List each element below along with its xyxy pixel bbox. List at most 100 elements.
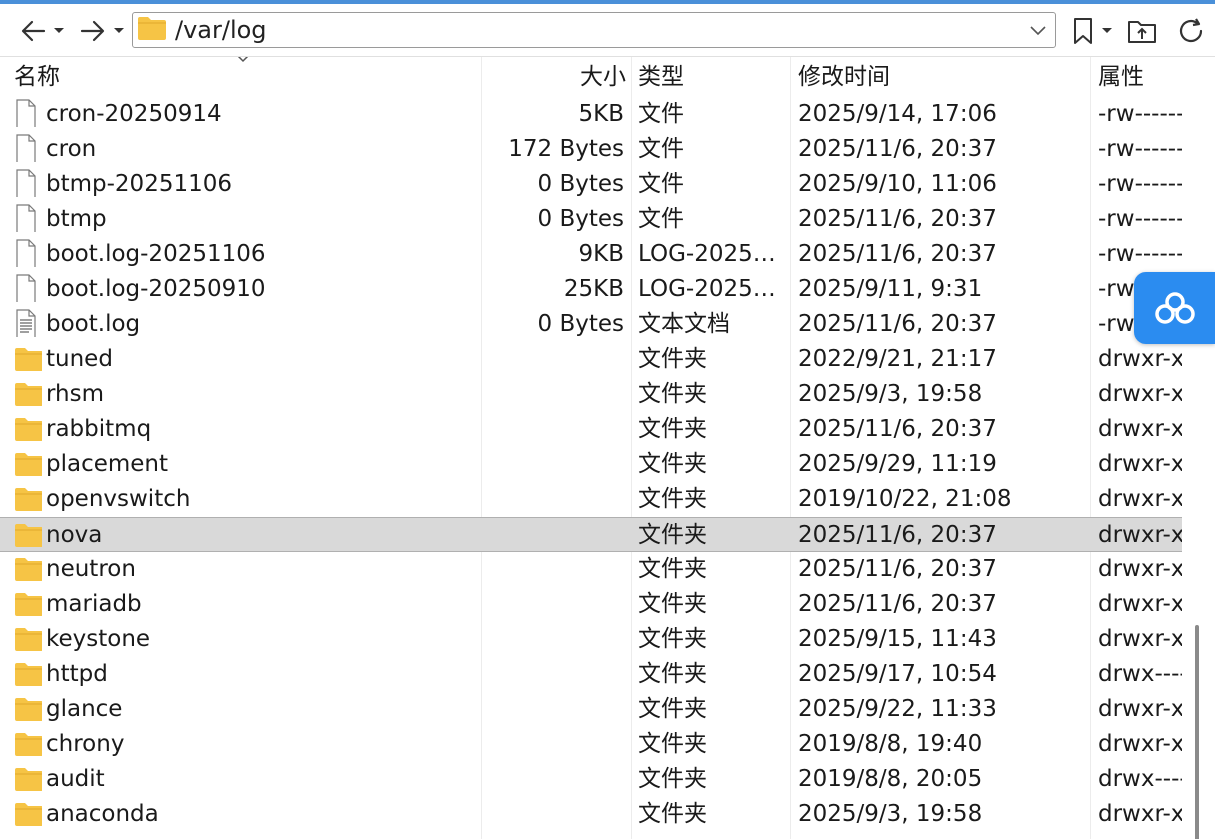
vertical-scrollbar[interactable] <box>1195 625 1199 839</box>
column-header-size[interactable]: 大小 <box>486 57 626 97</box>
file-modified: 2019/8/8, 20:05 <box>798 766 983 792</box>
folder-icon <box>14 731 42 759</box>
back-button[interactable] <box>18 16 48 46</box>
file-name: tuned <box>46 346 113 372</box>
file-row[interactable]: btmp 0 Bytes 文件 2025/11/6, 20:37 -rw------- <box>0 202 1182 237</box>
column-header-name[interactable]: 名称 <box>14 57 60 97</box>
column-header-row: 名称 大小 类型 修改时间 属性 <box>0 57 1215 97</box>
file-size <box>486 622 624 657</box>
column-header-modified[interactable]: 修改时间 <box>798 57 890 97</box>
file-row[interactable]: chrony 文件夹 2019/8/8, 19:40 drwxr-xr-x <box>0 727 1182 762</box>
file-list[interactable]: 名称 大小 类型 修改时间 属性 cron-20250914 5KB 文件 2025/… <box>0 57 1215 839</box>
file-type: 文件夹 <box>638 766 707 792</box>
bookmark-button[interactable] <box>1070 16 1096 50</box>
chevron-down-icon[interactable] <box>1029 22 1047 42</box>
file-name: placement <box>46 451 169 477</box>
file-type: 文件夹 <box>638 556 707 582</box>
file-name: rabbitmq <box>46 416 152 442</box>
file-row[interactable]: audit 文件夹 2019/8/8, 20:05 drwx------ <box>0 762 1182 797</box>
file-row[interactable]: boot.log-20250910 25KB LOG-20250910 文件 2025… <box>0 272 1182 307</box>
file-row[interactable]: openvswitch 文件夹 2019/10/22, 21:08 drwxr-xr-… <box>0 482 1182 517</box>
file-name: boot.log-20251106 <box>46 241 266 267</box>
file-modified: 2025/9/10, 11:06 <box>798 171 997 197</box>
cloud-sync-widget[interactable] <box>1134 272 1215 344</box>
file-row[interactable]: mariadb 文件夹 2025/11/6, 20:37 drwxr-xr-x <box>0 587 1182 622</box>
file-size <box>486 692 624 727</box>
file-row-selected[interactable]: nova 文件夹 2025/11/6, 20:37 drwxr-xr-x <box>0 517 1182 552</box>
file-name: boot.log <box>46 311 141 337</box>
file-row[interactable]: tuned 文件夹 2022/9/21, 21:17 drwxr-xr-x <box>0 342 1182 377</box>
file-type: 文件 <box>638 171 684 197</box>
folder-icon <box>14 556 42 584</box>
forward-history-dropdown[interactable] <box>112 16 126 46</box>
file-size <box>486 797 624 832</box>
file-size: 0 Bytes <box>537 206 625 232</box>
column-header-attributes[interactable]: 属性 <box>1098 57 1144 97</box>
file-modified: 2025/11/6, 20:37 <box>798 241 997 267</box>
file-icon <box>14 204 42 232</box>
file-modified: 2025/9/14, 17:06 <box>798 101 997 127</box>
back-history-dropdown[interactable] <box>52 16 66 46</box>
bookmark-dropdown[interactable] <box>1100 16 1114 50</box>
sort-chevron-icon <box>234 57 252 67</box>
file-attributes: drwxr-xr-x <box>1098 346 1182 372</box>
folder-icon <box>14 416 42 444</box>
folder-icon <box>14 696 42 724</box>
file-modified: 2025/11/6, 20:37 <box>798 556 997 582</box>
folder-icon <box>14 346 42 374</box>
file-modified: 2025/9/15, 11:43 <box>798 626 997 652</box>
refresh-button[interactable] <box>1176 16 1208 50</box>
parent-folder-button[interactable] <box>1126 16 1158 50</box>
file-row[interactable]: cron 172 Bytes 文件 2025/11/6, 20:37 -rw------… <box>0 132 1182 167</box>
file-type: 文件夹 <box>638 451 707 477</box>
file-type: 文件夹 <box>638 591 707 617</box>
file-attributes: drwxr-xr-x <box>1098 591 1182 617</box>
file-row[interactable]: btmp-20251106 0 Bytes 文件 2025/9/10, 11:06 -r… <box>0 167 1182 202</box>
file-row[interactable]: boot.log0 Bytes文本文档2025/11/6, 20:37-rw--… <box>0 307 1182 342</box>
column-header-type[interactable]: 类型 <box>638 57 684 97</box>
file-type: 文件夹 <box>638 522 707 548</box>
file-modified: 2022/9/21, 21:17 <box>798 346 997 372</box>
file-attributes: drwx------ <box>1098 766 1182 792</box>
file-type: 文件夹 <box>638 661 707 687</box>
file-row[interactable]: boot.log-20251106 9KB LOG-20251106 文件 2025/… <box>0 237 1182 272</box>
file-modified: 2025/11/6, 20:37 <box>798 522 997 548</box>
file-type: 文件夹 <box>638 346 707 372</box>
file-attributes: -rw------- <box>1098 241 1182 267</box>
forward-button[interactable] <box>78 16 108 46</box>
file-name: nova <box>46 522 103 548</box>
file-attributes: -rw------- <box>1098 171 1182 197</box>
file-size: 172 Bytes <box>508 136 624 162</box>
file-name: boot.log-20250910 <box>46 276 266 302</box>
file-attributes: drwxr-xr-x <box>1098 801 1182 827</box>
refresh-icon <box>1179 18 1203 43</box>
file-row[interactable]: anaconda 文件夹 2025/9/3, 19:58 drwxr-xr-x <box>0 797 1182 832</box>
file-name: anaconda <box>46 801 159 827</box>
file-row[interactable]: keystone 文件夹 2025/9/15, 11:43 drwxr-xr-x <box>0 622 1182 657</box>
file-name: httpd <box>46 661 108 687</box>
file-row[interactable]: placement 文件夹 2025/9/29, 11:19 drwxr-xr-x <box>0 447 1182 482</box>
file-type: 文件夹 <box>638 416 707 442</box>
file-row[interactable]: rhsm 文件夹 2025/9/3, 19:58 drwxr-xr-x <box>0 377 1182 412</box>
file-attributes: drwxr-xr-x <box>1098 486 1182 512</box>
folder-icon <box>14 661 42 689</box>
file-attributes: drwxr-xr-x <box>1098 626 1182 652</box>
folder-icon <box>14 381 42 409</box>
file-row[interactable]: cron-20250914 5KB 文件 2025/9/14, 17:06 -rw---… <box>0 97 1182 132</box>
file-row[interactable]: httpd 文件夹 2025/9/17, 10:54 drwx------ <box>0 657 1182 692</box>
file-modified: 2025/9/3, 19:58 <box>798 381 983 407</box>
folder-icon <box>137 15 167 45</box>
file-modified: 2019/10/22, 21:08 <box>798 486 1012 512</box>
file-row[interactable]: glance 文件夹 2025/9/22, 11:33 drwxr-xr-x <box>0 692 1182 727</box>
file-icon <box>14 169 42 197</box>
arrow-left-icon <box>21 20 46 42</box>
address-bar[interactable]: /var/log <box>132 12 1056 48</box>
file-modified: 2025/11/6, 20:37 <box>798 416 997 442</box>
caret-down-icon <box>54 28 64 33</box>
file-modified: 2025/9/3, 19:58 <box>798 801 983 827</box>
file-row[interactable]: neutron 文件夹 2025/11/6, 20:37 drwxr-xr-x <box>0 552 1182 587</box>
file-name: openvswitch <box>46 486 191 512</box>
folder-icon <box>14 451 42 479</box>
file-row[interactable]: rabbitmq 文件夹 2025/11/6, 20:37 drwxr-xr-x <box>0 412 1182 447</box>
file-size <box>486 342 624 377</box>
